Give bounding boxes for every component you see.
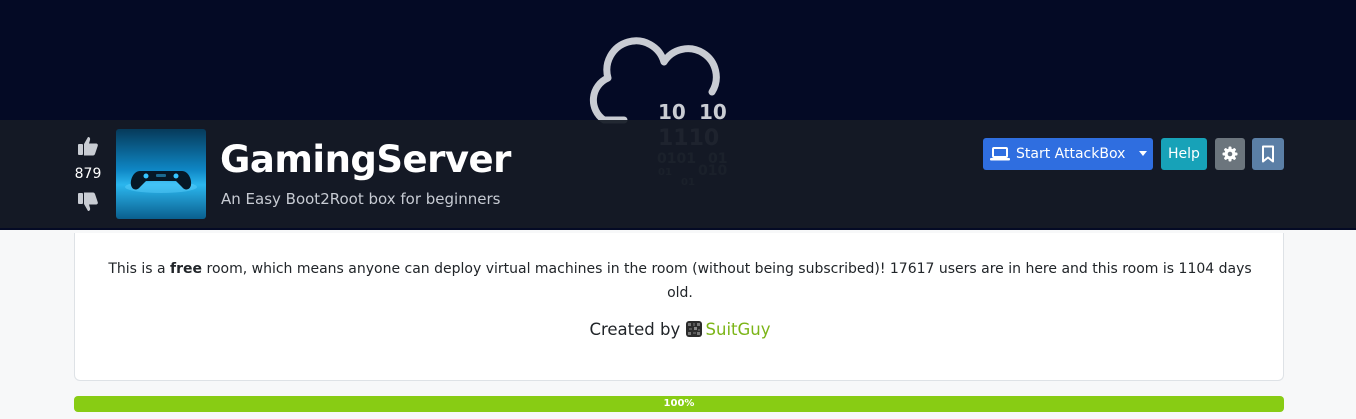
room-info-card: This is a free room, which means anyone … (74, 233, 1284, 381)
vote-count: 879 (74, 166, 102, 182)
created-by-label: Created by (589, 320, 681, 339)
upvote-button[interactable] (76, 134, 100, 158)
info-text-part: This is a (108, 261, 171, 277)
start-attackbox-button[interactable]: Start AttackBox (983, 138, 1153, 170)
avatar (685, 321, 702, 337)
progress-label: 100% (663, 398, 695, 409)
free-keyword: free (170, 261, 203, 277)
creator-link[interactable]: SuitGuy (706, 320, 771, 339)
gamepad-icon (125, 171, 197, 193)
start-attackbox-label: Start AttackBox (1016, 146, 1126, 162)
room-info-text: This is a free room, which means anyone … (95, 257, 1265, 305)
laptop-icon (990, 147, 1010, 161)
info-text-part: room, which means anyone can deploy virt… (202, 261, 1252, 301)
created-by: Created by SuitGuy (75, 320, 1285, 339)
room-description: An Easy Boot2Root box for beginners (221, 190, 501, 208)
bookmark-button[interactable] (1252, 138, 1284, 170)
bookmark-icon (1262, 145, 1274, 163)
caret-down-icon[interactable] (1139, 151, 1147, 156)
room-thumbnail (116, 129, 206, 219)
room-title: GamingServer (220, 138, 511, 181)
room-progress-bar: 100% (74, 396, 1284, 412)
downvote-button[interactable] (76, 190, 100, 214)
settings-button[interactable] (1215, 138, 1245, 170)
gear-icon (1222, 146, 1238, 162)
thumbs-up-icon (78, 137, 98, 156)
thumbs-down-icon (78, 192, 98, 211)
vote-panel: 879 (70, 134, 106, 218)
help-button[interactable]: Help (1161, 138, 1207, 170)
binary-digits: 10 (658, 100, 686, 124)
binary-digits: 10 (699, 100, 727, 124)
